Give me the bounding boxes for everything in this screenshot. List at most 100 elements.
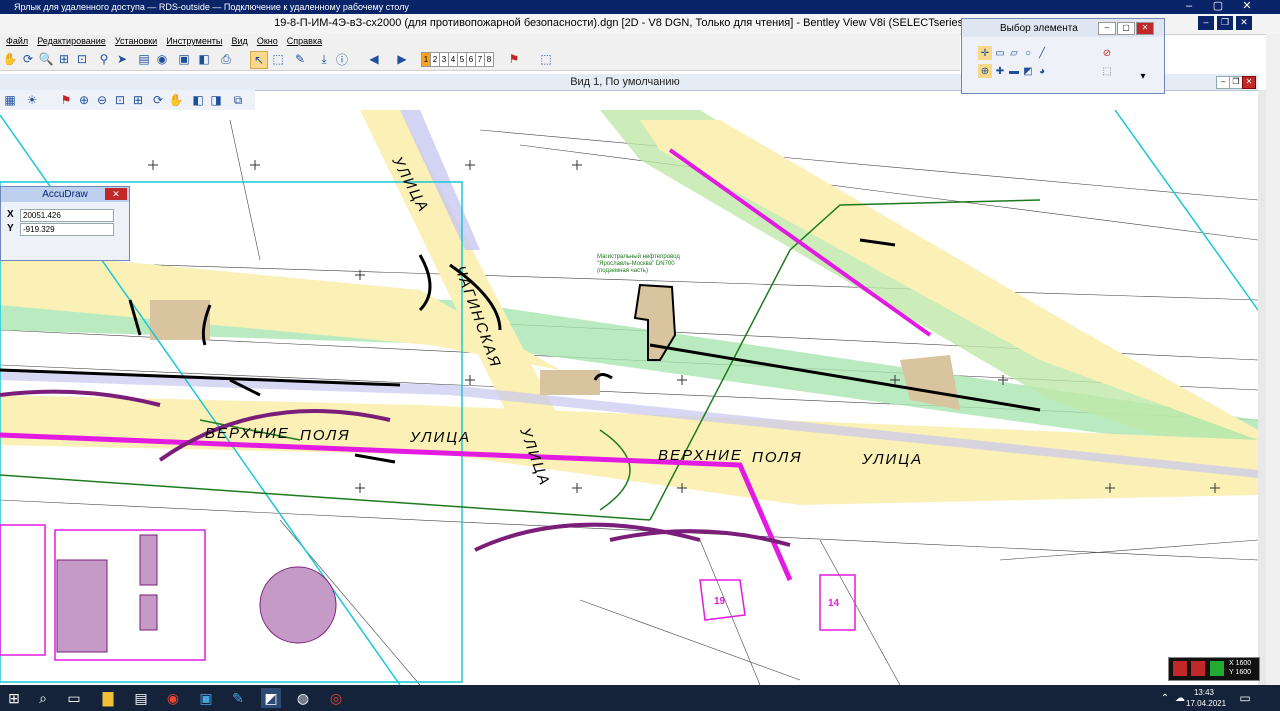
notification-icon[interactable]: ▭: [1235, 688, 1255, 708]
add-selection-icon[interactable]: ✚: [993, 64, 1007, 78]
window-area-view-icon[interactable]: ⊡: [112, 92, 128, 108]
menu-help[interactable]: Справка: [287, 34, 322, 48]
fence-icon[interactable]: ⬚: [270, 51, 286, 67]
element-selection-minimize-button[interactable]: –: [1098, 22, 1116, 35]
view-previous-icon[interactable]: ◧: [190, 92, 206, 108]
x-label: X: [7, 209, 14, 220]
rds-minimize-button[interactable]: –: [1175, 0, 1203, 14]
chrome-icon[interactable]: ◉: [163, 688, 183, 708]
fit-view-view-icon[interactable]: ⊞: [130, 92, 146, 108]
file-explorer-icon[interactable]: ▇: [98, 688, 118, 708]
measure-icon[interactable]: ⚲: [96, 51, 112, 67]
measure-distance-icon[interactable]: ⤓: [316, 51, 332, 67]
main-toolbar: ✋ ⟳ 🔍 ⊞ ⊡ ⚲ ➤ ▤ ◉ ▣ ◧ ⎙ ↖ ⬚ ✎ ⤓ ⓘ ◀ ▶ 1 …: [0, 48, 960, 71]
line-selection-icon[interactable]: ╱: [1035, 46, 1049, 60]
element-selection-restore-button[interactable]: ▢: [1117, 22, 1135, 35]
rotate-view-icon[interactable]: ⟳: [20, 51, 36, 67]
zoom-in-icon[interactable]: ⊕: [76, 92, 92, 108]
view-close-button[interactable]: ✕: [1242, 76, 1256, 89]
rotate-view-view-icon[interactable]: ⟳: [150, 92, 166, 108]
menu-file[interactable]: Файл: [6, 34, 28, 48]
references-icon[interactable]: ▤: [136, 51, 152, 67]
snap-icon[interactable]: ✎: [292, 51, 308, 67]
menu-window[interactable]: Окно: [257, 34, 278, 48]
menu-edit[interactable]: Редактирование: [37, 34, 106, 48]
back-icon[interactable]: ◀: [366, 51, 382, 67]
lock-icon[interactable]: [1173, 661, 1187, 676]
y-scale: Y 1600: [1229, 669, 1252, 676]
select-all-icon[interactable]: ◕: [1035, 64, 1049, 78]
app-right-edge: [1266, 34, 1280, 685]
task-view-icon[interactable]: ▭: [64, 688, 84, 708]
element-selection-close-button[interactable]: ✕: [1136, 22, 1154, 35]
remote-desktop-icon[interactable]: ▣: [196, 688, 216, 708]
view-next-icon[interactable]: ◨: [208, 92, 224, 108]
selection-mode-icon[interactable]: ⬚: [1100, 64, 1114, 78]
bentley-icon[interactable]: ✎: [228, 688, 248, 708]
view-attributes-icon[interactable]: ▦: [2, 92, 18, 108]
clock[interactable]: 13:43 17.04.2021: [1186, 687, 1226, 709]
display-icon[interactable]: ◧: [196, 51, 212, 67]
copy-view-icon[interactable]: ⧉: [230, 92, 246, 108]
accudraw-close-button[interactable]: ✕: [105, 188, 127, 200]
selection-tool-icon[interactable]: ⬚: [538, 51, 554, 67]
y-coordinate-field[interactable]: [20, 223, 114, 236]
menu-view[interactable]: Вид: [231, 34, 247, 48]
menu-tools[interactable]: Инструменты: [166, 34, 222, 48]
rds-title-bar: Ярлык для удаленного доступа — RDS-outsi…: [0, 0, 1280, 14]
rds-close-button[interactable]: ✕: [1233, 0, 1261, 14]
street-label: ПОЛЯ: [752, 449, 803, 466]
window-area-icon[interactable]: ⊡: [74, 51, 90, 67]
clear-selection-icon[interactable]: ⊘: [1100, 46, 1114, 60]
raster-icon[interactable]: ◉: [154, 51, 170, 67]
subtract-selection-icon[interactable]: ▬: [1007, 64, 1021, 78]
app-restore-button[interactable]: ❐: [1217, 16, 1233, 30]
element-selection-header[interactable]: Выбор элемента – ▢ ✕: [962, 19, 1164, 37]
snap-status-icon[interactable]: [1191, 661, 1205, 676]
select-icon[interactable]: ➤: [114, 51, 130, 67]
app-minimize-button[interactable]: –: [1198, 16, 1214, 30]
pipeline-note: "Ярославль-Москва" DN700: [597, 261, 675, 267]
levels-icon[interactable]: ▣: [176, 51, 192, 67]
app-close-button[interactable]: ✕: [1236, 16, 1252, 30]
info-icon[interactable]: ⓘ: [334, 51, 350, 67]
shape-selection-icon[interactable]: ▱: [1007, 46, 1021, 60]
new-selection-icon[interactable]: ⊕: [978, 64, 992, 78]
level-status-icon[interactable]: [1210, 661, 1224, 676]
zoom-out-icon[interactable]: ⊖: [94, 92, 110, 108]
windows-taskbar: ⊞ ⌕ ▭ ▇ ▤ ◉ ▣ ✎ ◩ ◍ ◎ ⌃ ☁ 13:43 17.04.20…: [0, 685, 1280, 711]
forward-icon[interactable]: ▶: [394, 51, 410, 67]
zoom-icon[interactable]: 🔍: [38, 51, 54, 67]
invert-selection-icon[interactable]: ◩: [1021, 64, 1035, 78]
display-style-icon[interactable]: ☀: [24, 92, 40, 108]
view-restore-button[interactable]: ❐: [1229, 76, 1243, 89]
calculator-icon[interactable]: ▤: [131, 688, 151, 708]
view-markup-icon[interactable]: ⚑: [58, 92, 74, 108]
markup-icon[interactable]: ⚑: [506, 51, 522, 67]
view-minimize-button[interactable]: –: [1216, 76, 1230, 89]
bentley-view-icon[interactable]: ◩: [261, 688, 281, 708]
view-vertical-scrollbar[interactable]: [1258, 90, 1266, 685]
print-icon[interactable]: ⎙: [218, 51, 234, 67]
app-icon[interactable]: ◍: [293, 688, 313, 708]
rds-restore-button[interactable]: ▢: [1204, 0, 1232, 14]
view-button-8[interactable]: 8: [484, 52, 494, 67]
search-icon[interactable]: ⌕: [33, 688, 53, 708]
pan-icon[interactable]: ✋: [2, 51, 18, 67]
rds-window-title: Ярлык для удаленного доступа — RDS-outsi…: [14, 2, 409, 12]
pan-view-icon[interactable]: ✋: [168, 92, 184, 108]
start-icon[interactable]: ⊞: [4, 688, 24, 708]
drawing-canvas[interactable]: УЛИЦА ЧАГИНСКАЯ УЛИЦА ВЕРХНИЕ ПОЛЯ УЛИЦА…: [0, 110, 1258, 685]
y-label: Y: [7, 223, 14, 234]
fit-view-icon[interactable]: ⊞: [56, 51, 72, 67]
element-selection-icon[interactable]: ↖: [250, 51, 268, 69]
menu-settings[interactable]: Установки: [115, 34, 157, 48]
x-coordinate-field[interactable]: [20, 209, 114, 222]
circle-selection-icon[interactable]: ○: [1021, 46, 1035, 60]
app-icon[interactable]: ◎: [326, 688, 346, 708]
expand-icon[interactable]: ▾: [1136, 69, 1150, 83]
accudraw-dialog: AccuDraw ✕ X Y: [0, 186, 130, 261]
select-individual-icon[interactable]: ✛: [978, 46, 992, 60]
accudraw-header[interactable]: AccuDraw ✕: [1, 187, 129, 202]
block-selection-icon[interactable]: ▭: [993, 46, 1007, 60]
